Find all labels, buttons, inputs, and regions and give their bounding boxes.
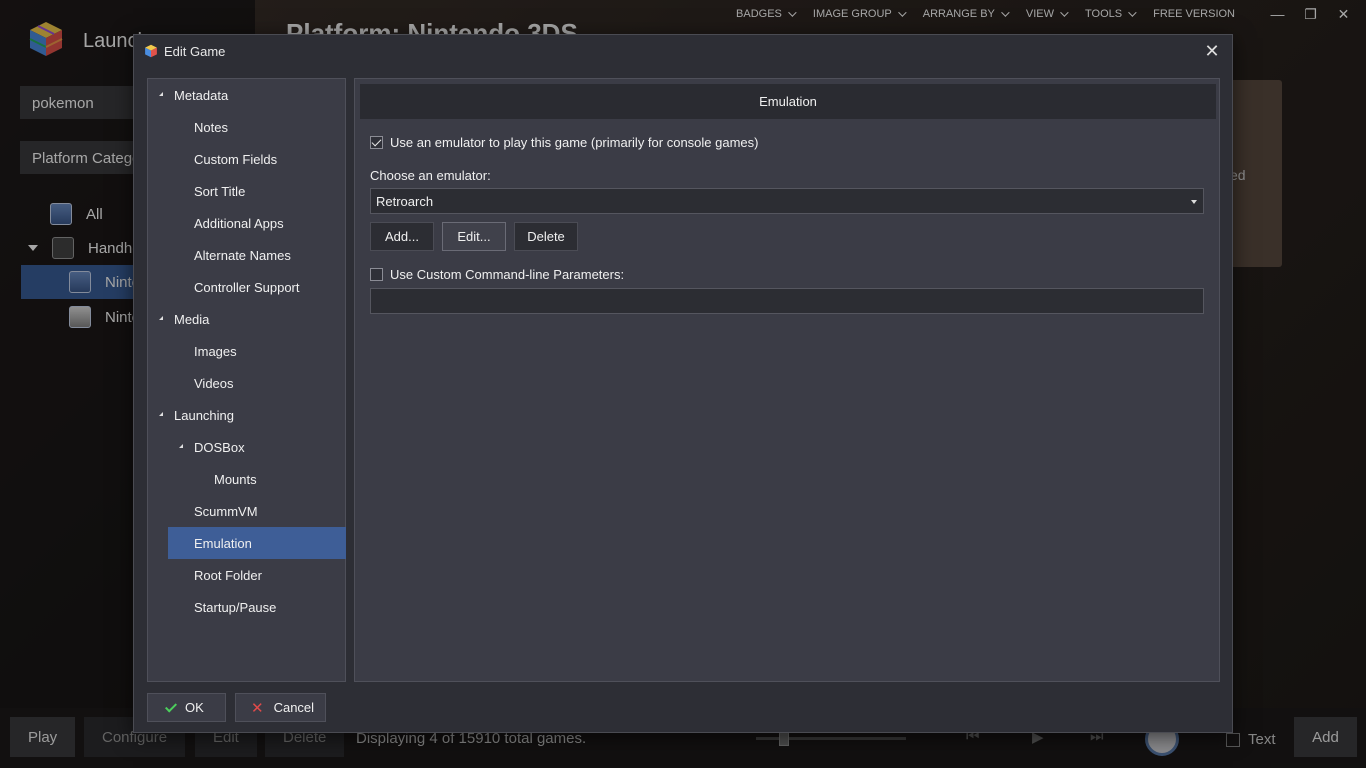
add-emulator-button[interactable]: Add... bbox=[370, 222, 434, 251]
nav-label: Launching bbox=[174, 407, 234, 423]
nav-label: Images bbox=[194, 343, 237, 359]
nav-label: Emulation bbox=[194, 535, 252, 551]
nav-label: ScummVM bbox=[194, 503, 258, 519]
nav-label: Media bbox=[174, 311, 210, 327]
command-line-input[interactable] bbox=[370, 288, 1204, 314]
settings-nav: Metadata Notes Custom Fields Sort Title … bbox=[147, 78, 346, 682]
edit-game-dialog: Edit Game ✕ Metadata Notes Custom Fields… bbox=[133, 34, 1233, 733]
collapse-arrow-icon[interactable] bbox=[179, 444, 183, 448]
dropdown-arrow-icon bbox=[1191, 200, 1197, 204]
nav-label: Additional Apps bbox=[194, 215, 284, 231]
ok-label: OK bbox=[185, 700, 204, 715]
nav-item-mounts[interactable]: Mounts bbox=[214, 463, 257, 495]
nav-item-videos[interactable]: Videos bbox=[194, 367, 234, 399]
cancel-label: Cancel bbox=[273, 700, 315, 715]
collapse-arrow-icon[interactable] bbox=[159, 316, 163, 320]
custom-command-line-option[interactable]: Use Custom Command-line Parameters: bbox=[370, 267, 624, 282]
cancel-button[interactable]: ✕ Cancel bbox=[235, 693, 326, 722]
nav-label: Custom Fields bbox=[194, 151, 278, 167]
nav-item-alternate-names[interactable]: Alternate Names bbox=[194, 239, 291, 271]
use-emulator-option[interactable]: Use an emulator to play this game (prima… bbox=[370, 135, 758, 150]
delete-emulator-button[interactable]: Delete bbox=[514, 222, 578, 251]
section-header: Emulation bbox=[360, 84, 1216, 119]
nav-label: Controller Support bbox=[194, 279, 300, 295]
nav-item-controller-support[interactable]: Controller Support bbox=[194, 271, 300, 303]
nav-label: Metadata bbox=[174, 87, 229, 103]
app-logo-icon bbox=[145, 44, 157, 58]
collapse-arrow-icon[interactable] bbox=[159, 412, 163, 416]
use-emulator-checkbox[interactable] bbox=[370, 136, 383, 149]
ok-button[interactable]: OK bbox=[147, 693, 226, 722]
dialog-title: Edit Game bbox=[164, 43, 226, 59]
nav-item-images[interactable]: Images bbox=[194, 335, 237, 367]
nav-item-metadata[interactable]: Metadata bbox=[159, 79, 229, 111]
custom-command-line-checkbox[interactable] bbox=[370, 268, 383, 281]
dialog-titlebar: Edit Game ✕ bbox=[134, 35, 1232, 67]
custom-command-line-label: Use Custom Command-line Parameters: bbox=[390, 267, 625, 282]
nav-label: Alternate Names bbox=[194, 247, 291, 263]
nav-item-launching[interactable]: Launching bbox=[159, 399, 234, 431]
nav-label: Notes bbox=[194, 119, 228, 135]
nav-item-emulation[interactable]: Emulation bbox=[168, 527, 346, 559]
nav-label: DOSBox bbox=[194, 439, 245, 455]
collapse-arrow-icon[interactable] bbox=[159, 92, 163, 96]
nav-item-startup-pause[interactable]: Startup/Pause bbox=[194, 591, 276, 623]
nav-item-dosbox[interactable]: DOSBox bbox=[179, 431, 245, 463]
nav-label: Root Folder bbox=[194, 567, 262, 583]
edit-emulator-button[interactable]: Edit... bbox=[442, 222, 506, 251]
use-emulator-label: Use an emulator to play this game (prima… bbox=[390, 135, 759, 150]
nav-item-sort-title[interactable]: Sort Title bbox=[194, 175, 245, 207]
emulator-select-value: Retroarch bbox=[376, 193, 434, 209]
nav-item-additional-apps[interactable]: Additional Apps bbox=[194, 207, 284, 239]
choose-emulator-label: Choose an emulator: bbox=[370, 168, 491, 183]
nav-item-media[interactable]: Media bbox=[159, 303, 210, 335]
nav-label: Startup/Pause bbox=[194, 599, 277, 615]
nav-item-notes[interactable]: Notes bbox=[194, 111, 228, 143]
nav-item-root-folder[interactable]: Root Folder bbox=[194, 559, 262, 591]
nav-item-custom-fields[interactable]: Custom Fields bbox=[194, 143, 277, 175]
nav-label: Mounts bbox=[214, 471, 257, 487]
checkmark-icon bbox=[164, 699, 178, 713]
emulation-panel: Emulation Use an emulator to play this g… bbox=[354, 78, 1220, 682]
nav-label: Sort Title bbox=[194, 183, 246, 199]
emulator-select[interactable]: Retroarch bbox=[370, 188, 1204, 214]
nav-item-scummvm[interactable]: ScummVM bbox=[194, 495, 258, 527]
nav-label: Videos bbox=[194, 375, 234, 391]
cancel-x-icon: ✕ bbox=[251, 699, 264, 717]
close-icon[interactable]: ✕ bbox=[1202, 41, 1222, 61]
